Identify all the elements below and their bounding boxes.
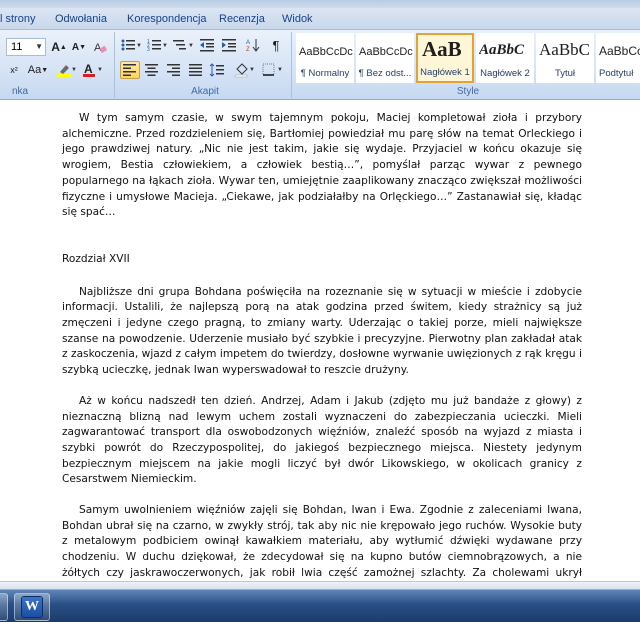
- chevron-down-icon[interactable]: ▼: [35, 39, 43, 55]
- increase-indent-icon: [222, 39, 236, 52]
- align-center-icon: [145, 64, 158, 76]
- start-button[interactable]: [0, 593, 8, 621]
- style-subtitle[interactable]: AaBbCc Podtytuł: [596, 33, 640, 83]
- style-normal[interactable]: AaBbCcDc ¶ Normalny: [296, 33, 354, 83]
- styles-group-label: Style: [456, 86, 480, 97]
- tab-view[interactable]: Widok: [282, 11, 313, 29]
- justify-button[interactable]: [186, 61, 206, 79]
- change-case-button[interactable]: x²: [4, 61, 24, 79]
- svg-text:▼: ▼: [136, 43, 141, 49]
- font-size-field[interactable]: 11 ▼: [6, 38, 46, 56]
- ribbon-tabs: l strony Odwołania Korespondencja Recenz…: [0, 8, 640, 30]
- svg-text:▼: ▼: [71, 67, 76, 73]
- svg-text:▼: ▼: [97, 67, 103, 73]
- tab-references[interactable]: Odwołania: [55, 11, 107, 29]
- align-center-button[interactable]: [142, 61, 162, 79]
- style-heading-1[interactable]: AaB Nagłówek 1: [416, 33, 474, 83]
- svg-text:▼: ▼: [162, 43, 167, 49]
- paragraph: Samym uwolnieniem więźniów zajęli się Bo…: [62, 504, 582, 579]
- tab-mailings[interactable]: Korespondencja: [127, 11, 207, 29]
- tab-review[interactable]: Recenzja: [219, 11, 265, 29]
- styles-gallery: AaBbCcDc ¶ Normalny AaBbCcDc ¶ Bez odst.…: [296, 33, 640, 85]
- sort-button[interactable]: AZ: [244, 36, 264, 54]
- style-no-spacing[interactable]: AaBbCcDc ¶ Bez odst...: [356, 33, 414, 83]
- show-formatting-button[interactable]: ¶: [266, 36, 286, 54]
- font-color-icon: A ▼: [83, 62, 103, 77]
- grow-font-button[interactable]: A ▲: [50, 38, 68, 56]
- numbering-button[interactable]: 1 2 3 ▼: [146, 36, 168, 54]
- align-right-button[interactable]: [164, 61, 184, 79]
- bullets-button[interactable]: ▼: [120, 36, 142, 54]
- align-left-button[interactable]: [120, 61, 140, 79]
- shrink-font-button[interactable]: A ▼: [70, 38, 88, 56]
- highlight-button[interactable]: ▼: [54, 61, 78, 79]
- borders-icon: ▼: [262, 63, 283, 76]
- svg-text:Z: Z: [246, 47, 250, 52]
- shading-button[interactable]: ▼: [232, 61, 258, 79]
- ribbon: 11 ▼ A ▲ A ▼ A x² Aa ▼ ▼ A ▼ nka ▼ 1 2 3 ▼ ▼ AZ…: [0, 30, 640, 100]
- increase-indent-button[interactable]: [220, 36, 240, 54]
- paragraph-group-label: Akapit: [191, 86, 219, 97]
- font-group-label: nka: [11, 86, 29, 97]
- word-taskbar-button[interactable]: W: [14, 593, 50, 621]
- document-area[interactable]: W tym samym czasie, w swym tajemnym poko…: [0, 101, 640, 581]
- chapter-heading: Rozdział XVII: [62, 252, 130, 265]
- highlighter-icon: ▼: [57, 65, 76, 77]
- style-title[interactable]: AaBbC Tytuł: [536, 33, 594, 83]
- svg-text:3: 3: [147, 47, 150, 52]
- paragraph: Aż w końcu nadszedł ten dzień. Andrzej, …: [62, 394, 582, 486]
- decrease-indent-icon: [200, 39, 214, 52]
- font-color-button[interactable]: A ▼: [80, 61, 106, 79]
- style-heading-2[interactable]: AaBbC Nagłówek 2: [476, 33, 534, 83]
- decrease-indent-button[interactable]: [198, 36, 218, 54]
- align-left-icon: [123, 64, 136, 76]
- paragraph: W tym samym czasie, w swym tajemnym poko…: [62, 112, 582, 219]
- svg-text:A: A: [84, 62, 93, 76]
- multilevel-list-icon: ▼: [173, 40, 193, 50]
- window-title-strip: [0, 0, 640, 8]
- svg-text:▼: ▼: [188, 43, 193, 49]
- taskbar: W: [0, 589, 640, 622]
- line-spacing-button[interactable]: [208, 61, 230, 79]
- clear-formatting-icon: A: [94, 42, 107, 54]
- svg-text:▼: ▼: [249, 67, 255, 73]
- sort-icon: AZ: [246, 39, 260, 52]
- svg-text:A: A: [246, 40, 250, 46]
- align-right-icon: [167, 64, 180, 76]
- tab-page-layout[interactable]: l strony: [0, 11, 35, 29]
- group-separator: [291, 32, 292, 98]
- change-case-dropdown[interactable]: Aa ▼: [26, 61, 50, 79]
- bullets-icon: ▼: [121, 39, 141, 51]
- pilcrow-icon: ¶: [272, 37, 280, 53]
- paragraph: Najbliższe dni grupa Bohdana poświęciła …: [62, 285, 582, 377]
- line-spacing-icon: [209, 63, 224, 77]
- word-icon: W: [22, 597, 42, 617]
- justify-icon: [189, 64, 202, 76]
- multilevel-list-button[interactable]: ▼: [172, 36, 194, 54]
- svg-text:▼: ▼: [277, 67, 283, 73]
- borders-button[interactable]: ▼: [260, 61, 286, 79]
- paint-bucket-icon: ▼: [234, 63, 255, 78]
- clear-formatting-button[interactable]: A: [90, 38, 110, 56]
- horizontal-scrollbar[interactable]: [0, 581, 640, 589]
- group-separator: [114, 32, 115, 98]
- document-page[interactable]: W tym samym czasie, w swym tajemnym poko…: [62, 111, 582, 581]
- numbering-icon: 123▼: [147, 39, 167, 52]
